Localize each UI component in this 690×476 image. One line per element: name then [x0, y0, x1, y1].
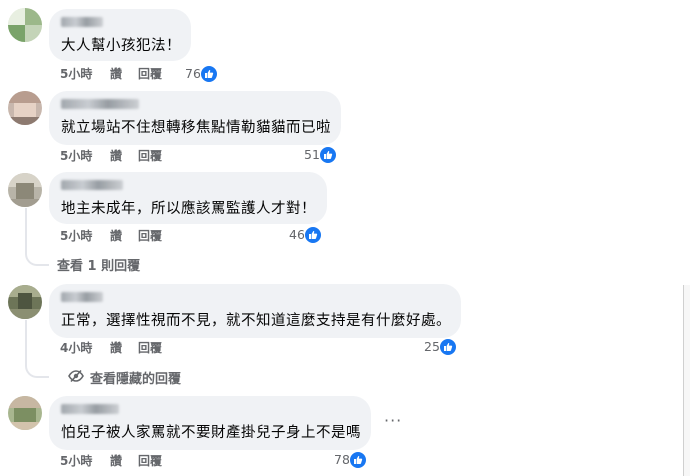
- reply-button[interactable]: 回覆: [138, 340, 162, 356]
- thumbs-up-icon: [200, 65, 218, 83]
- reaction-count[interactable]: 46: [289, 226, 322, 244]
- reaction-count-value: 76: [185, 66, 201, 81]
- avatar[interactable]: [8, 285, 42, 319]
- eye-slash-icon: [68, 369, 84, 383]
- thumbs-up-icon: [304, 226, 322, 244]
- comment-text: 就立場站不住想轉移焦點情勒貓貓而已啦: [61, 120, 331, 136]
- reaction-count-value: 46: [289, 227, 305, 242]
- comment-text: 正常，選擇性視而不見，就不知道這麼支持是有什麼好處。: [61, 313, 451, 329]
- timestamp[interactable]: 5小時: [60, 228, 92, 244]
- more-options-icon[interactable]: ···: [384, 411, 402, 430]
- scrollbar[interactable]: [683, 285, 690, 476]
- author-name-redacted[interactable]: [61, 99, 139, 109]
- comment-bubble: 怕兒子被人家罵就不要財產掛兒子身上不是嗎: [49, 396, 371, 450]
- comment-bubble: 大人幫小孩犯法！: [49, 9, 191, 61]
- view-hidden-label: 查看隱藏的回覆: [90, 372, 182, 387]
- thumbs-up-icon: [349, 451, 367, 469]
- thumbs-up-icon: [439, 338, 457, 356]
- like-button[interactable]: 讚: [110, 340, 122, 356]
- reply-button[interactable]: 回覆: [138, 453, 162, 469]
- comment-bubble: 正常，選擇性視而不見，就不知道這麼支持是有什麼好處。: [49, 284, 461, 338]
- reaction-count-value: 51: [304, 147, 320, 162]
- like-button[interactable]: 讚: [110, 453, 122, 469]
- reply-button[interactable]: 回覆: [138, 148, 162, 164]
- author-name-redacted[interactable]: [61, 17, 103, 27]
- reaction-count[interactable]: 78: [334, 451, 367, 469]
- thread-line: [25, 320, 27, 364]
- timestamp[interactable]: 5小時: [60, 148, 92, 164]
- avatar[interactable]: [8, 173, 42, 207]
- comment-bubble: 地主未成年，所以應該罵監護人才對！: [49, 172, 327, 224]
- author-name-redacted[interactable]: [61, 180, 123, 190]
- like-button[interactable]: 讚: [110, 228, 122, 244]
- like-button[interactable]: 讚: [110, 66, 122, 82]
- reply-button[interactable]: 回覆: [138, 66, 162, 82]
- thumbs-up-icon: [319, 146, 337, 164]
- thread-connector: [25, 250, 49, 266]
- author-name-redacted[interactable]: [61, 292, 103, 302]
- avatar[interactable]: [8, 91, 42, 125]
- timestamp[interactable]: 5小時: [60, 66, 92, 82]
- reaction-count[interactable]: 25: [424, 338, 457, 356]
- reaction-count[interactable]: 51: [304, 146, 337, 164]
- thread-connector: [25, 362, 49, 378]
- author-name-redacted[interactable]: [61, 404, 119, 414]
- view-replies-link[interactable]: 查看 1 則回覆: [57, 255, 140, 274]
- reply-button[interactable]: 回覆: [138, 228, 162, 244]
- avatar[interactable]: [8, 8, 42, 42]
- comment-text: 怕兒子被人家罵就不要財產掛兒子身上不是嗎: [61, 425, 361, 441]
- comment-text: 大人幫小孩犯法！: [61, 38, 181, 54]
- reaction-count[interactable]: 76: [185, 65, 218, 83]
- comment-bubble: 就立場站不住想轉移焦點情勒貓貓而已啦: [49, 91, 341, 145]
- comment-text: 地主未成年，所以應該罵監護人才對！: [61, 201, 316, 217]
- timestamp[interactable]: 4小時: [60, 340, 92, 356]
- reaction-count-value: 25: [424, 339, 440, 354]
- timestamp[interactable]: 5小時: [60, 453, 92, 469]
- thread-line: [25, 208, 27, 252]
- like-button[interactable]: 讚: [110, 148, 122, 164]
- avatar[interactable]: [8, 396, 42, 430]
- reaction-count-value: 78: [334, 452, 350, 467]
